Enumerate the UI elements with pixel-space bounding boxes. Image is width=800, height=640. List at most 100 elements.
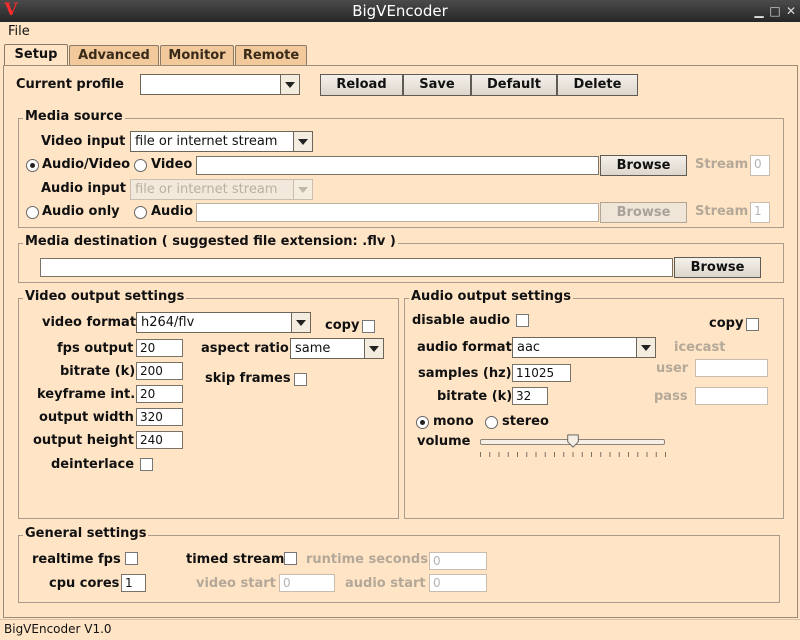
icecast-pass-input[interactable] [695, 387, 768, 405]
audio-video-radio[interactable] [26, 159, 39, 172]
chevron-down-icon [364, 339, 383, 358]
mono-label: mono [433, 414, 474, 429]
tab-remote[interactable]: Remote [235, 45, 307, 65]
audio-only-label: Audio only [42, 204, 120, 219]
audio-browse-button[interactable]: Browse [600, 202, 687, 223]
volume-slider-thumb[interactable] [566, 434, 580, 448]
icecast-user-label: user [656, 361, 689, 376]
output-height-label: output height [33, 433, 135, 448]
cpu-cores-label: cpu cores [49, 576, 120, 591]
cpu-cores-input[interactable]: 1 [121, 574, 146, 592]
tab-monitor[interactable]: Monitor [160, 45, 234, 65]
volume-label: volume [417, 434, 471, 449]
status-text: BigVEncoder V1.0 [4, 622, 112, 636]
audio-radio-label: Audio [151, 204, 194, 219]
profile-select[interactable] [140, 74, 300, 95]
volume-ticks [480, 452, 666, 457]
status-bar: BigVEncoder V1.0 [0, 619, 800, 640]
video-output-title: Video output settings [23, 289, 187, 304]
audio-output-group: Audio output settings [404, 289, 784, 519]
media-source-title: Media source [23, 109, 125, 124]
audio-format-label: audio format [417, 340, 512, 355]
audio-video-label: Audio/Video [42, 157, 131, 172]
runtime-seconds-label: runtime seconds [306, 552, 428, 567]
audio-only-radio[interactable] [26, 206, 39, 219]
stereo-radio[interactable] [485, 416, 498, 429]
video-stream-label: Stream [695, 157, 749, 172]
aspect-ratio-label: aspect ratio [201, 341, 289, 356]
tab-advanced[interactable]: Advanced [69, 45, 159, 65]
delete-button[interactable]: Delete [557, 74, 638, 96]
video-radio-label: Video [151, 157, 193, 172]
video-input-label: Video input [41, 134, 126, 149]
chevron-down-icon [280, 75, 299, 94]
audio-output-title: Audio output settings [409, 289, 573, 304]
maximize-icon[interactable]: □ [768, 4, 782, 18]
video-stream-input[interactable]: 0 [750, 155, 770, 176]
audio-copy-checkbox[interactable] [746, 318, 759, 331]
audio-start-input[interactable]: 0 [429, 574, 487, 592]
default-button[interactable]: Default [471, 74, 557, 96]
video-start-input[interactable]: 0 [279, 574, 335, 592]
reload-button[interactable]: Reload [320, 74, 403, 96]
video-format-select[interactable]: h264/flv [136, 312, 311, 333]
save-button[interactable]: Save [403, 74, 471, 96]
video-browse-button[interactable]: Browse [600, 155, 687, 176]
video-bitrate-input[interactable]: 200 [136, 362, 183, 380]
disable-audio-label: disable audio [412, 313, 511, 328]
skip-frames-label: skip frames [205, 371, 291, 386]
audio-start-label: audio start [345, 576, 426, 591]
samples-input[interactable]: 11025 [512, 364, 571, 382]
chevron-down-icon [293, 180, 312, 199]
video-copy-label: copy [325, 318, 360, 333]
video-path-input[interactable] [196, 156, 599, 175]
deinterlace-checkbox[interactable] [140, 458, 153, 471]
window-title: BigVEncoder [352, 2, 448, 20]
keyframe-label: keyframe int. [37, 387, 136, 402]
keyframe-input[interactable]: 20 [136, 385, 183, 403]
audio-input-select[interactable]: file or internet stream [130, 179, 313, 200]
current-profile-label: Current profile [16, 77, 124, 92]
audio-stream-label: Stream [695, 204, 749, 219]
video-radio[interactable] [134, 159, 147, 172]
audio-path-input[interactable] [196, 203, 599, 222]
video-input-select[interactable]: file or internet stream [130, 131, 313, 152]
fps-output-input[interactable]: 20 [136, 339, 183, 357]
audio-bitrate-label: bitrate (k) [437, 389, 513, 404]
audio-format-select[interactable]: aac [512, 337, 656, 358]
chevron-down-icon [291, 313, 310, 332]
deinterlace-label: deinterlace [51, 457, 135, 472]
output-width-input[interactable]: 320 [136, 408, 183, 426]
samples-label: samples (hz) [418, 366, 512, 381]
icecast-user-input[interactable] [695, 359, 768, 377]
timed-stream-label: timed stream [186, 552, 285, 567]
icecast-label: icecast [674, 340, 726, 355]
skip-frames-checkbox[interactable] [294, 373, 307, 386]
audio-input-label: Audio input [41, 181, 127, 196]
destination-path-input[interactable] [40, 258, 673, 277]
menu-file[interactable]: File [8, 24, 30, 39]
video-start-label: video start [196, 576, 276, 591]
output-height-input[interactable]: 240 [136, 431, 183, 449]
general-settings-group: General settings [18, 526, 780, 603]
video-copy-checkbox[interactable] [362, 320, 375, 333]
realtime-fps-checkbox[interactable] [125, 552, 138, 565]
disable-audio-checkbox[interactable] [516, 314, 529, 327]
mono-radio[interactable] [416, 416, 429, 429]
title-bar: V BigVEncoder ▁ □ ✕ [0, 0, 800, 22]
close-icon[interactable]: ✕ [784, 4, 798, 18]
tab-setup[interactable]: Setup [4, 44, 68, 66]
aspect-ratio-select[interactable]: same [290, 338, 384, 359]
audio-bitrate-input[interactable]: 32 [512, 387, 548, 405]
runtime-seconds-input[interactable]: 0 [429, 552, 487, 570]
chevron-down-icon [636, 338, 655, 357]
destination-browse-button[interactable]: Browse [674, 257, 761, 278]
minimize-icon[interactable]: ▁ [752, 4, 766, 18]
video-bitrate-label: bitrate (k) [60, 364, 136, 379]
video-format-label: video format [42, 315, 137, 330]
audio-radio[interactable] [134, 206, 147, 219]
audio-stream-input[interactable]: 1 [750, 202, 770, 223]
timed-stream-checkbox[interactable] [284, 552, 297, 565]
realtime-fps-label: realtime fps [32, 552, 121, 567]
output-width-label: output width [39, 410, 134, 425]
